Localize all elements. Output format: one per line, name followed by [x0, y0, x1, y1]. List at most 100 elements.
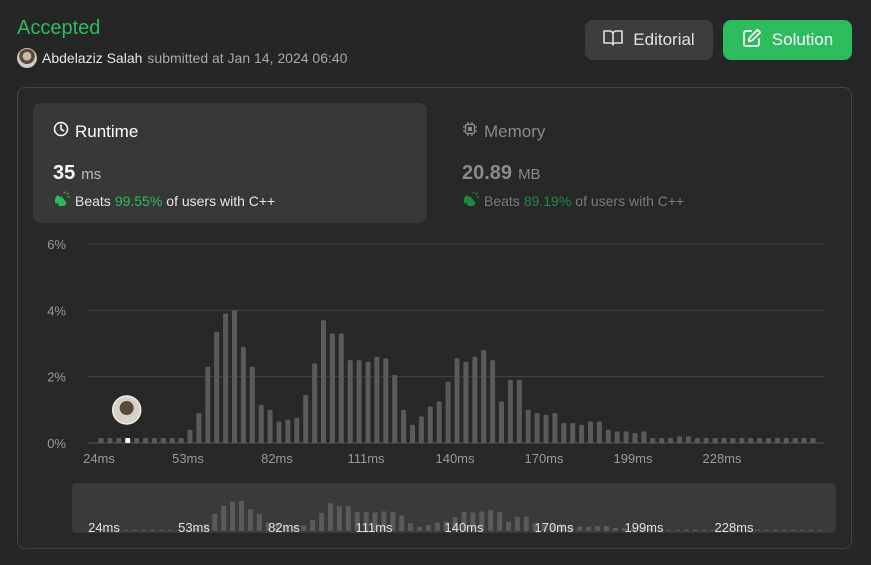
chart-bar[interactable] [401, 409, 407, 443]
chart-bar[interactable] [98, 438, 104, 443]
navigator-bar [417, 526, 422, 531]
x-tick-label: 53ms [172, 451, 204, 466]
chart-bar[interactable] [614, 431, 620, 443]
chart-bar[interactable] [276, 421, 282, 443]
chart-bar[interactable] [134, 438, 140, 443]
avatar-figure [119, 401, 134, 415]
chart-bar[interactable] [525, 409, 531, 443]
chart-bar[interactable] [534, 413, 540, 443]
chart-bar[interactable] [267, 409, 273, 443]
chart-bar[interactable] [427, 406, 433, 443]
y-tick-label: 2% [47, 370, 66, 385]
chart-bar[interactable] [810, 438, 816, 443]
chart-bar[interactable] [160, 438, 166, 443]
chart-bar[interactable] [543, 414, 549, 443]
chart-bar[interactable] [641, 431, 647, 443]
navigator-bar [230, 501, 236, 531]
chart-bar[interactable] [668, 438, 674, 443]
chart-bar[interactable] [748, 438, 754, 443]
chart-bar[interactable] [801, 438, 807, 443]
chart-bar[interactable] [570, 423, 576, 443]
chart-bar[interactable] [383, 358, 389, 443]
chart-bar[interactable] [374, 356, 380, 443]
chart-bar[interactable] [757, 438, 763, 443]
navigator-bar [595, 526, 600, 531]
chart-bar[interactable] [303, 394, 309, 443]
navigator-tick-label: 53ms [178, 520, 210, 535]
chart-bar[interactable] [249, 366, 255, 443]
chart-bar[interactable] [329, 333, 335, 443]
chart-bar[interactable] [596, 421, 602, 443]
chart-bar[interactable] [392, 375, 398, 443]
chart-bar[interactable] [214, 331, 220, 443]
chart-bar[interactable] [783, 438, 789, 443]
chart-bar[interactable] [169, 438, 175, 443]
chart-bar[interactable] [312, 363, 318, 443]
chart-bar[interactable] [588, 421, 593, 443]
navigator-bar [336, 506, 342, 531]
chart-bar[interactable] [151, 438, 157, 443]
chart-bar[interactable] [205, 366, 211, 443]
runtime-distribution-chart[interactable]: 0% 2% 4% 6% 24ms 53ms 82ms 111ms 140ms 170ms 199ms… [0, 0, 871, 565]
navigator-tick-label: 82ms [268, 520, 300, 535]
chart-bar[interactable] [579, 424, 585, 443]
chart-bar[interactable] [677, 436, 682, 443]
chart-bar[interactable] [347, 360, 353, 443]
navigator-bar [514, 516, 520, 531]
chart-bar[interactable] [240, 346, 246, 443]
chart-bar[interactable] [356, 360, 362, 443]
chart-bar[interactable] [703, 438, 709, 443]
navigator-bar [603, 526, 609, 531]
chart-bar[interactable] [223, 313, 229, 443]
chart-bar[interactable] [632, 433, 638, 443]
chart-bar[interactable] [445, 381, 451, 443]
navigator-bar [408, 523, 414, 531]
chart-bar[interactable] [454, 358, 460, 443]
chart-bar[interactable] [659, 438, 665, 443]
chart-bar[interactable] [418, 416, 424, 443]
chart-bar[interactable] [730, 438, 736, 443]
chart-bar[interactable] [561, 423, 567, 443]
chart-bar[interactable] [507, 379, 513, 443]
chart-bar[interactable] [712, 438, 718, 443]
chart-bar[interactable] [774, 438, 780, 443]
chart-bar[interactable] [499, 401, 504, 443]
chart-bar[interactable] [232, 310, 237, 443]
y-tick-label: 0% [47, 436, 66, 451]
chart-bar[interactable] [410, 424, 415, 443]
chart-bar[interactable] [721, 438, 727, 443]
chart-bar[interactable] [685, 436, 691, 443]
chart-bar[interactable] [338, 333, 344, 443]
chart-bar[interactable] [187, 429, 193, 443]
navigator-bar [586, 526, 592, 531]
chart-bar[interactable] [463, 361, 469, 443]
chart-bar[interactable] [436, 401, 442, 443]
chart-bar[interactable] [285, 419, 291, 443]
chart-bar[interactable] [516, 379, 522, 443]
navigator-bar [612, 527, 618, 531]
chart-bar[interactable] [472, 356, 478, 443]
highlight-bar[interactable] [125, 438, 131, 443]
chart-bar[interactable] [143, 438, 148, 443]
chart-bar[interactable] [766, 438, 771, 443]
chart-bar[interactable] [739, 438, 745, 443]
chart-bar[interactable] [792, 438, 798, 443]
chart-bar[interactable] [178, 438, 184, 443]
chart-bar[interactable] [694, 438, 700, 443]
chart-bar[interactable] [365, 361, 371, 443]
chart-bar[interactable] [321, 320, 326, 443]
chart-bar[interactable] [107, 438, 113, 443]
chart-bar[interactable] [116, 438, 122, 443]
chart-bar[interactable] [258, 404, 264, 443]
chart-bar[interactable] [552, 413, 558, 443]
chart-bar[interactable] [623, 431, 629, 443]
navigator-bar [523, 516, 529, 531]
chart-bar[interactable] [481, 350, 487, 443]
chart-bar[interactable] [605, 429, 611, 443]
navigator-bar [167, 529, 173, 531]
chart-bar[interactable] [196, 413, 202, 443]
chart-bar[interactable] [650, 438, 656, 443]
chart-bar[interactable] [490, 360, 496, 443]
navigator-bar [158, 529, 164, 531]
chart-bar[interactable] [294, 418, 300, 443]
